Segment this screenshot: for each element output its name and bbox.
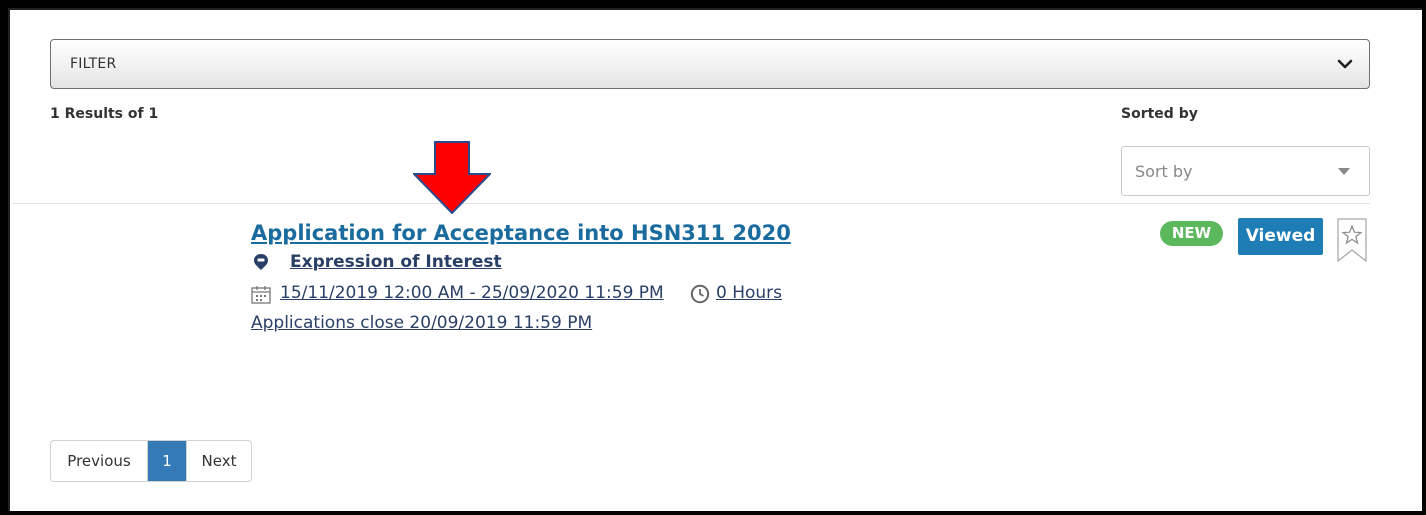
next-page-button[interactable]: Next bbox=[186, 441, 251, 481]
results-divider bbox=[12, 203, 1370, 204]
filter-toggle[interactable]: FILTER bbox=[50, 39, 1370, 89]
sort-by-placeholder: Sort by bbox=[1135, 162, 1193, 181]
caret-down-icon bbox=[1338, 168, 1350, 175]
pagination: Previous 1 Next bbox=[50, 440, 252, 482]
previous-page-button[interactable]: Previous bbox=[51, 441, 148, 481]
viewed-button[interactable]: Viewed bbox=[1238, 218, 1323, 255]
hours-link[interactable]: 0 Hours bbox=[716, 283, 782, 303]
red-down-arrow-icon bbox=[413, 141, 491, 214]
new-badge: NEW bbox=[1160, 221, 1223, 246]
page-1-button[interactable]: 1 bbox=[148, 441, 186, 481]
clock-icon bbox=[690, 284, 710, 304]
filter-label: FILTER bbox=[70, 56, 117, 72]
map-pin-icon bbox=[254, 254, 268, 270]
results-count: 1 Results of 1 bbox=[50, 106, 159, 122]
sort-by-dropdown[interactable]: Sort by bbox=[1121, 146, 1370, 196]
opportunity-title-link[interactable]: Application for Acceptance into HSN311 2… bbox=[251, 221, 791, 245]
chevron-down-icon bbox=[1337, 59, 1353, 69]
calendar-icon bbox=[251, 286, 271, 304]
star-bookmark-icon[interactable] bbox=[1337, 218, 1367, 262]
applications-close-link[interactable]: Applications close 20/09/2019 11:59 PM bbox=[251, 313, 592, 333]
opportunity-type-link[interactable]: Expression of Interest bbox=[290, 252, 502, 272]
sorted-by-label: Sorted by bbox=[1121, 106, 1198, 122]
date-range-link[interactable]: 15/11/2019 12:00 AM - 25/09/2020 11:59 P… bbox=[280, 283, 664, 303]
